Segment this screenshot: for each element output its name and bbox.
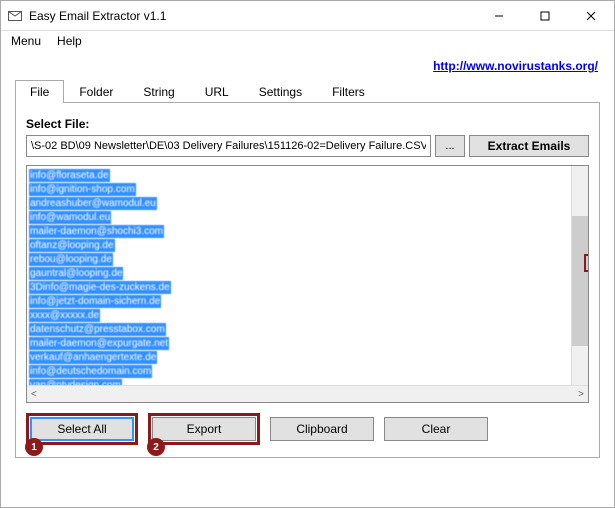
email-item[interactable]: rebou@looping.de <box>29 253 113 266</box>
window-title: Easy Email Extractor v1.1 <box>29 9 476 23</box>
tab-string[interactable]: String <box>128 80 189 103</box>
annotation-box-1: Select All 1 <box>26 413 138 445</box>
tab-folder[interactable]: Folder <box>64 80 128 103</box>
email-item[interactable]: mailer-daemon@shochi3.com <box>29 225 164 238</box>
horizontal-scrollbar[interactable]: < > <box>27 385 588 402</box>
results-list[interactable]: info@floraseta.deinfo@ignition-shop.coma… <box>27 166 571 385</box>
menu-menu[interactable]: Menu <box>7 33 45 49</box>
minimize-button[interactable] <box>476 1 522 30</box>
annotation-badge-2: 2 <box>147 438 165 456</box>
tabs: File Folder String URL Settings Filters <box>15 79 600 103</box>
tab-url[interactable]: URL <box>190 80 244 103</box>
tab-content: Select File: ... Extract Emails info@flo… <box>15 103 600 458</box>
clipboard-button[interactable]: Clipboard <box>270 417 374 441</box>
email-item[interactable]: mailer-daemon@expurgate.net <box>29 337 169 350</box>
select-all-button[interactable]: Select All <box>30 417 134 441</box>
file-row: ... Extract Emails <box>26 135 589 157</box>
email-item[interactable]: datenschutz@presstabox.com <box>29 323 166 336</box>
maximize-button[interactable] <box>522 1 568 30</box>
vertical-scrollbar[interactable] <box>571 166 588 385</box>
email-item[interactable]: andreashuber@wamodul.eu <box>29 197 157 210</box>
extract-emails-button[interactable]: Extract Emails <box>469 135 589 157</box>
email-item[interactable]: van@ntvdesign.com <box>29 379 122 385</box>
email-item[interactable]: 3Dinfo@magie-des-zuckens.de <box>29 281 171 294</box>
email-item[interactable]: oftanz@looping.de <box>29 239 115 252</box>
bottom-buttons: Select All 1 Export 2 Clipboard Clear <box>26 413 589 445</box>
tab-file[interactable]: File <box>15 80 64 103</box>
select-file-label: Select File: <box>26 117 589 131</box>
file-path-input[interactable] <box>26 135 431 157</box>
email-item[interactable]: info@floraseta.de <box>29 169 110 182</box>
email-item[interactable]: gauntral@looping.de <box>29 267 123 280</box>
results-box: info@floraseta.deinfo@ignition-shop.coma… <box>26 165 589 403</box>
email-item[interactable]: xxxx@xxxxx.de <box>29 309 100 322</box>
mail-icon <box>7 8 23 24</box>
annotation-box-2: Export 2 <box>148 413 260 445</box>
email-item[interactable]: verkauf@anhaengertexte.de <box>29 351 157 364</box>
scrollbar-thumb[interactable] <box>572 216 588 346</box>
email-item[interactable]: info@deutschedomain.com <box>29 365 152 378</box>
tab-filters[interactable]: Filters <box>317 80 380 103</box>
clear-button[interactable]: Clear <box>384 417 488 441</box>
titlebar: Easy Email Extractor v1.1 <box>1 1 614 31</box>
close-button[interactable] <box>568 1 614 30</box>
menu-help[interactable]: Help <box>53 33 86 49</box>
scroll-right-icon[interactable]: > <box>578 389 584 400</box>
email-item[interactable]: info@jetzt-domain-sichern.de <box>29 295 161 308</box>
browse-button[interactable]: ... <box>435 135 465 157</box>
tab-settings[interactable]: Settings <box>244 80 317 103</box>
window-controls <box>476 1 614 30</box>
email-item[interactable]: info@wamodul.eu <box>29 211 111 224</box>
annotation-marker <box>584 254 588 272</box>
link-row: http://www.novirustanks.org/ <box>1 51 614 79</box>
vendor-link[interactable]: http://www.novirustanks.org/ <box>433 59 598 73</box>
email-item[interactable]: info@ignition-shop.com <box>29 183 136 196</box>
annotation-badge-1: 1 <box>25 438 43 456</box>
menubar: Menu Help <box>1 31 614 51</box>
export-button[interactable]: Export <box>152 417 256 441</box>
scroll-left-icon[interactable]: < <box>31 389 37 400</box>
